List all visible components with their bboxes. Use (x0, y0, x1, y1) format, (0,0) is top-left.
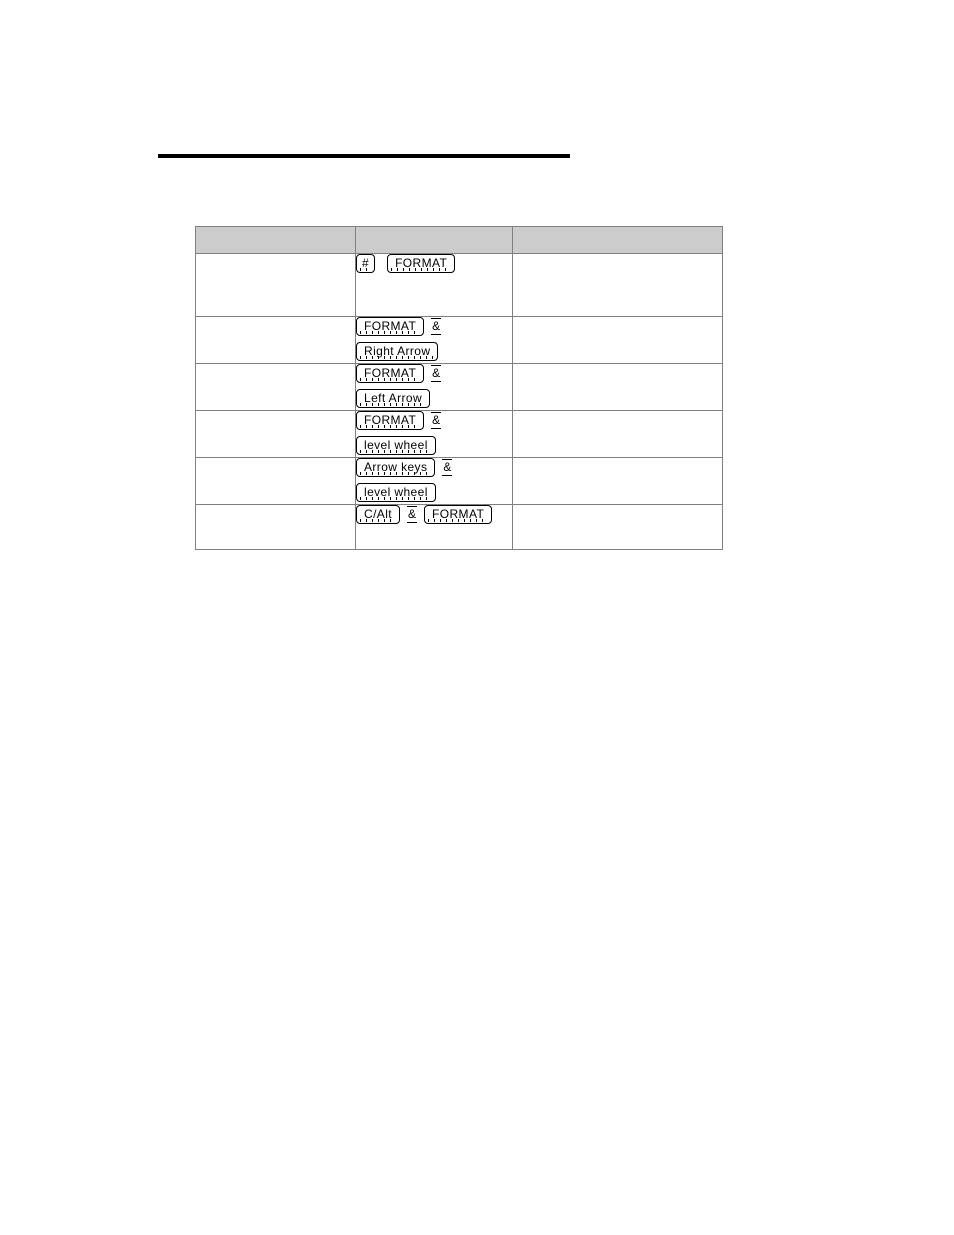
key-format-icon[interactable]: FORMAT (356, 317, 425, 336)
key-combination-line: FORMAT & (356, 317, 512, 336)
key-c-alt-icon[interactable]: C/Alt (356, 505, 401, 524)
section-divider-rule (158, 154, 570, 158)
key-format-icon[interactable]: FORMAT (387, 254, 456, 273)
note-label (513, 254, 722, 262)
column-header-action (195, 226, 356, 254)
key-combination-line: C/Alt & FORMAT (356, 505, 512, 524)
table-row: # FORMAT (195, 253, 723, 317)
cell-action (195, 457, 356, 505)
key-left-arrow-icon[interactable]: Left Arrow (356, 389, 431, 408)
column-header-notes-label (513, 227, 722, 235)
column-header-notes (512, 226, 723, 254)
column-header-action-label (196, 227, 355, 235)
key-combination-joiner: & (431, 365, 442, 382)
note-label (513, 364, 722, 372)
cell-key-combination: C/Alt & FORMAT (355, 504, 513, 550)
column-header-keys-label (356, 227, 512, 235)
table-row: Arrow keys & level wheel (195, 457, 723, 505)
key-combination-line: FORMAT & (356, 411, 512, 430)
cell-key-combination: # FORMAT (355, 253, 513, 317)
key-format-icon[interactable]: FORMAT (356, 411, 425, 430)
cell-key-combination: FORMAT & level wheel (355, 410, 513, 458)
key-combination-line: Right Arrow (356, 342, 512, 361)
key-combination-joiner: & (431, 412, 442, 429)
cell-action (195, 316, 356, 364)
cell-key-combination: FORMAT & Left Arrow (355, 363, 513, 411)
note-label (513, 458, 722, 466)
cell-key-combination: Arrow keys & level wheel (355, 457, 513, 505)
cell-notes (512, 457, 723, 505)
key-format-icon[interactable]: FORMAT (356, 364, 425, 383)
key-combination-line: Left Arrow (356, 389, 512, 408)
table-header (195, 226, 723, 254)
cell-action (195, 410, 356, 458)
key-combination-line: level wheel (356, 436, 512, 455)
key-combination-joiner: & (431, 318, 442, 335)
key-combination-line: Arrow keys & (356, 458, 512, 477)
table-body: # FORMAT FORMAT & Right Arrow FORMAT & Left Arr… (195, 253, 723, 550)
action-label (196, 364, 355, 372)
note-label (513, 505, 722, 513)
note-label (513, 317, 722, 325)
cell-action (195, 363, 356, 411)
key-level-wheel-icon[interactable]: level wheel (356, 436, 436, 455)
table-header-row (195, 226, 723, 254)
cell-notes (512, 504, 723, 550)
table-row: C/Alt & FORMAT (195, 504, 723, 550)
key-combination-line: # FORMAT (356, 254, 512, 273)
cell-notes (512, 410, 723, 458)
cell-notes (512, 253, 723, 317)
action-label (196, 458, 355, 466)
cell-notes (512, 316, 723, 364)
key-combination-joiner: & (407, 506, 418, 523)
key--icon[interactable]: # (356, 254, 376, 273)
table-row: FORMAT & Left Arrow (195, 363, 723, 411)
cell-action (195, 504, 356, 550)
table-row: FORMAT & Right Arrow (195, 316, 723, 364)
action-label (196, 411, 355, 419)
note-label (513, 411, 722, 419)
key-combination-line: FORMAT & (356, 364, 512, 383)
keyboard-shortcut-table: # FORMAT FORMAT & Right Arrow FORMAT & Left Arr… (195, 226, 723, 550)
key-right-arrow-icon[interactable]: Right Arrow (356, 342, 439, 361)
key-combination-joiner: & (442, 459, 453, 476)
cell-key-combination: FORMAT & Right Arrow (355, 316, 513, 364)
action-label (196, 505, 355, 513)
action-label (196, 254, 355, 262)
cell-notes (512, 363, 723, 411)
key-combination-line: level wheel (356, 483, 512, 502)
table-row: FORMAT & level wheel (195, 410, 723, 458)
key-format-icon[interactable]: FORMAT (424, 505, 493, 524)
key-arrow-keys-icon[interactable]: Arrow keys (356, 458, 436, 477)
cell-action (195, 253, 356, 317)
action-label (196, 317, 355, 325)
column-header-keys (355, 226, 513, 254)
key-level-wheel-icon[interactable]: level wheel (356, 483, 436, 502)
